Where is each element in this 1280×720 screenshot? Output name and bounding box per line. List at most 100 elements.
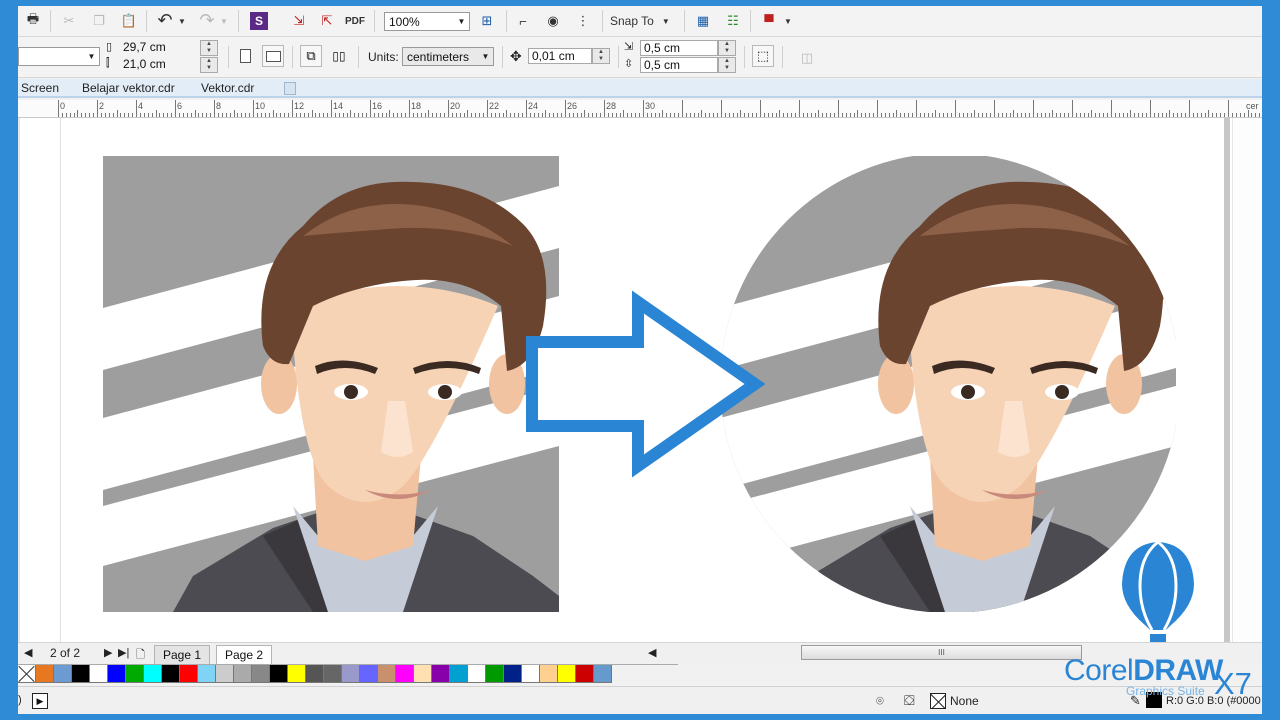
export-icon[interactable]: ⇱ [316, 10, 338, 32]
paste-icon[interactable]: 📋 [118, 10, 140, 32]
color-swatch[interactable] [288, 665, 306, 683]
ruler-tick [1052, 110, 1053, 117]
publish-pdf-icon[interactable]: PDF [344, 10, 366, 32]
color-swatch[interactable] [270, 665, 288, 683]
page-height-field[interactable]: 21,0 cm [120, 57, 200, 73]
page-width-field[interactable]: 29,7 cm [120, 40, 200, 56]
color-swatch[interactable] [108, 665, 126, 683]
ruler-tick [713, 113, 714, 117]
current-page-button[interactable]: ▯▯ [328, 45, 350, 67]
color-swatch[interactable] [216, 665, 234, 683]
snap-to-button[interactable]: Snap To ▼ [610, 10, 680, 32]
color-swatch[interactable] [54, 665, 72, 683]
show-rulers-icon[interactable]: ⌐ [512, 10, 534, 32]
color-swatch[interactable] [576, 665, 594, 683]
color-swatch[interactable] [414, 665, 432, 683]
tab-page-2[interactable]: Page 2 [216, 645, 273, 664]
import-icon[interactable]: ⇲ [288, 10, 310, 32]
tab-belajar-vektor[interactable]: Belajar vektor.cdr [82, 81, 175, 97]
grid-icon[interactable]: ⋮ [572, 10, 594, 32]
color-swatch[interactable] [324, 665, 342, 683]
horizontal-ruler[interactable]: 0 2 4 6 8 10 12 14 16 18 20 22 24 26 28 30 cer [18, 100, 1262, 118]
next-page-icon[interactable]: ▶ [104, 646, 112, 659]
duplicate-y-spinner[interactable]: ▲ ▼ [718, 57, 736, 73]
ruler-tick [842, 113, 843, 117]
tab-vektor[interactable]: Vektor.cdr [201, 81, 254, 97]
ruler-tick [768, 113, 769, 117]
ruler-tick [315, 113, 316, 117]
redo-dropdown-icon[interactable]: ▼ [218, 10, 230, 32]
color-swatch[interactable] [558, 665, 576, 683]
add-page-icon[interactable]: 🗋 [136, 646, 145, 665]
fill-bucket-icon[interactable]: ⛋ [904, 692, 915, 709]
color-swatch[interactable] [306, 665, 324, 683]
redo-icon[interactable]: ↷ [196, 9, 218, 31]
color-swatch[interactable] [342, 665, 360, 683]
all-pages-button[interactable]: ⧉ [300, 45, 322, 67]
object-properties-icon[interactable]: ⌾ [876, 693, 884, 709]
portrait-button[interactable] [234, 45, 256, 67]
scroll-left-icon[interactable]: ◀ [648, 646, 656, 659]
ruler-label: 4 [138, 101, 144, 111]
duplicate-x-field[interactable]: 0,5 cm [640, 40, 718, 56]
tab-new-icon[interactable] [284, 82, 296, 95]
page-width-spinner[interactable]: ▲ ▼ [200, 40, 218, 56]
cut-icon[interactable]: ✂ [58, 10, 80, 32]
arrow-shape[interactable] [526, 290, 766, 478]
color-swatch[interactable] [396, 665, 414, 683]
landscape-button[interactable] [262, 45, 284, 67]
horizontal-scrollbar[interactable]: III [801, 645, 1082, 660]
play-icon[interactable]: ▶ [32, 693, 48, 709]
color-swatch[interactable] [522, 665, 540, 683]
duplicate-y-field[interactable]: 0,5 cm [640, 57, 718, 73]
color-swatch[interactable] [144, 665, 162, 683]
color-swatch[interactable] [540, 665, 558, 683]
color-swatch[interactable] [90, 665, 108, 683]
view-icon[interactable]: ◉ [542, 10, 564, 32]
ruler-tick [195, 110, 196, 117]
undo-dropdown-icon[interactable]: ▼ [176, 10, 188, 32]
nudge-distance-spinner[interactable]: ▲ ▼ [592, 48, 610, 64]
paper-size-select[interactable]: ▼ [18, 47, 100, 66]
chevron-down-icon[interactable]: ▼ [782, 10, 794, 32]
undo-icon[interactable]: ↶ [154, 9, 176, 31]
color-swatch[interactable] [198, 665, 216, 683]
units-select[interactable]: centimeters ▼ [402, 47, 494, 66]
color-swatch[interactable] [432, 665, 450, 683]
color-swatch[interactable] [486, 665, 504, 683]
color-swatch[interactable] [360, 665, 378, 683]
treat-as-filled-button[interactable]: ⬚ [752, 45, 774, 67]
color-swatch[interactable] [72, 665, 90, 683]
application-launcher-icon[interactable]: ☷ [722, 10, 744, 32]
launch-icon[interactable]: S [248, 10, 270, 32]
page-height-spinner[interactable]: ▲ ▼ [200, 57, 218, 73]
color-swatch[interactable] [252, 665, 270, 683]
print-icon[interactable]: 🖶 [22, 10, 44, 32]
options-disabled-icon[interactable]: ◫ [796, 47, 818, 69]
no-color-swatch[interactable] [18, 665, 36, 683]
options-icon[interactable]: ▦ [692, 10, 714, 32]
color-swatch[interactable] [126, 665, 144, 683]
color-swatch[interactable] [504, 665, 522, 683]
copy-icon[interactable]: ❐ [88, 10, 110, 32]
color-swatch[interactable] [162, 665, 180, 683]
ruler-tick [565, 100, 566, 117]
color-swatch[interactable] [468, 665, 486, 683]
color-swatch[interactable] [180, 665, 198, 683]
first-page-icon[interactable]: ◀ [24, 646, 32, 659]
color-proof-icon[interactable]: ▀ [758, 10, 780, 32]
zoom-level-select[interactable]: 100% ▼ [384, 12, 470, 31]
color-swatch[interactable] [378, 665, 396, 683]
square-portrait-image[interactable] [103, 156, 559, 612]
color-swatch[interactable] [450, 665, 468, 683]
color-swatch[interactable] [36, 665, 54, 683]
color-swatch[interactable] [594, 665, 612, 683]
tab-page-1[interactable]: Page 1 [154, 645, 211, 664]
tab-screen[interactable]: Screen [21, 81, 59, 97]
duplicate-x-spinner[interactable]: ▲ ▼ [718, 40, 736, 56]
ruler-tick [1169, 110, 1170, 117]
full-screen-icon[interactable]: ⊞ [476, 10, 498, 32]
nudge-distance-field[interactable]: 0,01 cm [528, 48, 592, 64]
last-page-icon[interactable]: ▶| [118, 646, 129, 659]
color-swatch[interactable] [234, 665, 252, 683]
